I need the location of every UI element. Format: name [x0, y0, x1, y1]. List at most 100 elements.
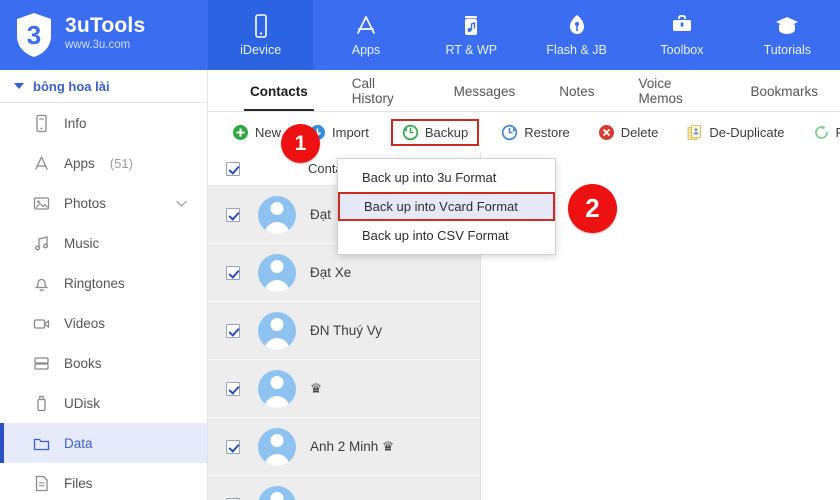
music-note-icon [32, 234, 51, 253]
sidebar-item-data[interactable]: Data [0, 423, 207, 463]
nav-item-flash-jb[interactable]: Flash & JB [523, 0, 630, 70]
top-navigation-bar: 3 3uTools www.3u.com iDevice Apps RT & W… [0, 0, 840, 70]
sidebar-label-ringtones: Ringtones [64, 275, 125, 291]
graduation-cap-icon [774, 13, 800, 39]
sidebar-count-apps: (51) [109, 155, 133, 171]
refresh-label: Refresh [836, 125, 840, 140]
document-yellow-icon [686, 124, 703, 141]
menu-item-backup-3u[interactable]: Back up into 3u Format [338, 163, 555, 192]
toolbox-icon [669, 13, 695, 39]
step-badge-1: 1 [281, 124, 320, 163]
usb-drive-icon [32, 394, 51, 413]
sidebar-item-books[interactable]: Books [0, 343, 207, 383]
folder-icon [32, 434, 51, 453]
backup-format-menu: Back up into 3u Format Back up into Vcar… [337, 158, 556, 255]
tab-notes[interactable]: Notes [537, 71, 616, 111]
top-nav-items: iDevice Apps RT & WP Flash & JB Toolbox … [208, 0, 840, 70]
sidebar-device-header[interactable]: bông hoa lài [0, 70, 207, 103]
de-duplicate-label: De-Duplicate [709, 124, 785, 140]
tab-bookmarks[interactable]: Bookmarks [728, 71, 840, 111]
nav-item-tutorials[interactable]: Tutorials [734, 0, 840, 70]
tab-messages[interactable]: Messages [432, 71, 538, 111]
menu-item-backup-vcard[interactable]: Back up into Vcard Format [338, 192, 555, 221]
table-row[interactable]: ĐN Thuý Vy [208, 302, 480, 360]
books-icon [32, 354, 51, 373]
backup-label: Backup [424, 124, 469, 140]
chevron-down-icon[interactable] [172, 194, 191, 213]
backup-arrow-green-icon [402, 124, 419, 141]
sidebar-label-music: Music [64, 235, 100, 251]
menu-item-backup-csv[interactable]: Back up into CSV Format [338, 221, 555, 250]
menu-label-backup-3u: Back up into 3u Format [362, 170, 497, 185]
shield-3-logo-icon: 3 [14, 12, 54, 58]
sidebar-item-udisk[interactable]: UDisk [0, 383, 207, 423]
sidebar-label-udisk: UDisk [64, 395, 100, 411]
sidebar-label-files: Files [64, 475, 93, 491]
row-checkbox[interactable] [226, 207, 240, 222]
nav-item-toolbox[interactable]: Toolbox [629, 0, 735, 70]
restore-arrow-blue-icon [501, 124, 518, 141]
brand-subtitle: www.3u.com [65, 39, 131, 52]
sidebar-item-photos[interactable]: Photos [0, 183, 207, 223]
refresh-arrow-green-icon [813, 124, 830, 141]
brand-title: 3uTools [65, 14, 146, 38]
delete-button[interactable]: Delete [592, 121, 665, 144]
nav-label-flash-jb: Flash & JB [546, 43, 607, 58]
device-info-icon [32, 114, 51, 133]
tab-contacts[interactable]: Contacts [228, 71, 330, 111]
row-checkbox[interactable] [226, 323, 240, 338]
person-avatar-icon [258, 369, 296, 408]
sidebar-device-name: bông hoa lài [33, 78, 110, 94]
menu-label-backup-csv: Back up into CSV Format [362, 228, 509, 243]
contact-name: ĐN Thuý Vy [310, 323, 383, 338]
sidebar-item-files[interactable]: Files [0, 463, 207, 500]
tab-voice-memos[interactable]: Voice Memos [616, 71, 728, 111]
contact-name: Anh 2 Minh ♛ [310, 438, 395, 454]
person-avatar-icon [258, 311, 296, 350]
sidebar-label-books: Books [64, 355, 102, 371]
restore-button[interactable]: Restore [495, 121, 576, 144]
tab-label-contacts: Contacts [250, 83, 308, 99]
person-avatar-icon [258, 253, 296, 292]
table-row[interactable]: Anh 2 Minh ♛ [208, 418, 480, 476]
nav-label-tutorials: Tutorials [763, 43, 812, 58]
sidebar-item-apps[interactable]: Apps (51) [0, 143, 207, 183]
delete-label: Delete [620, 124, 659, 140]
file-icon [32, 474, 51, 493]
nav-item-rt-wp[interactable]: RT & WP [418, 0, 524, 70]
menu-label-backup-vcard: Back up into Vcard Format [364, 199, 518, 214]
sidebar-item-videos[interactable]: Videos [0, 303, 207, 343]
bell-icon [32, 274, 51, 293]
ringtone-wallpaper-icon [458, 13, 484, 39]
sidebar-label-videos: Videos [64, 315, 106, 331]
nav-item-idevice[interactable]: iDevice [208, 0, 314, 70]
row-checkbox[interactable] [226, 265, 240, 280]
row-checkbox[interactable] [226, 439, 240, 454]
person-avatar-icon [258, 427, 296, 466]
nav-label-toolbox: Toolbox [660, 43, 704, 58]
step-badge-2: 2 [568, 184, 617, 233]
sidebar-label-data: Data [64, 435, 93, 451]
phone-icon [248, 13, 274, 39]
nav-item-apps[interactable]: Apps [313, 0, 419, 70]
video-camera-icon [32, 314, 51, 333]
new-button[interactable]: New [226, 121, 287, 144]
refresh-button[interactable]: Refresh [807, 121, 840, 144]
svg-text:3: 3 [27, 20, 41, 50]
sidebar-item-music[interactable]: Music [0, 223, 207, 263]
contact-name: Đạt [310, 207, 332, 222]
appstore-icon [353, 13, 379, 39]
app-logo: 3 3uTools www.3u.com [0, 0, 208, 70]
sidebar-item-info[interactable]: Info [0, 103, 207, 143]
table-row[interactable]: ♛ [208, 360, 480, 418]
select-all-checkbox[interactable] [226, 161, 240, 176]
tab-label-messages: Messages [453, 83, 516, 99]
sidebar-item-ringtones[interactable]: Ringtones [0, 263, 207, 303]
row-checkbox[interactable] [226, 381, 240, 396]
new-label: New [255, 124, 282, 140]
backup-button[interactable]: Backup [390, 118, 480, 146]
tab-call-history[interactable]: Call History [330, 71, 432, 111]
de-duplicate-button[interactable]: De-Duplicate [680, 121, 790, 144]
delete-x-red-icon [598, 124, 615, 141]
table-row[interactable] [208, 476, 480, 500]
